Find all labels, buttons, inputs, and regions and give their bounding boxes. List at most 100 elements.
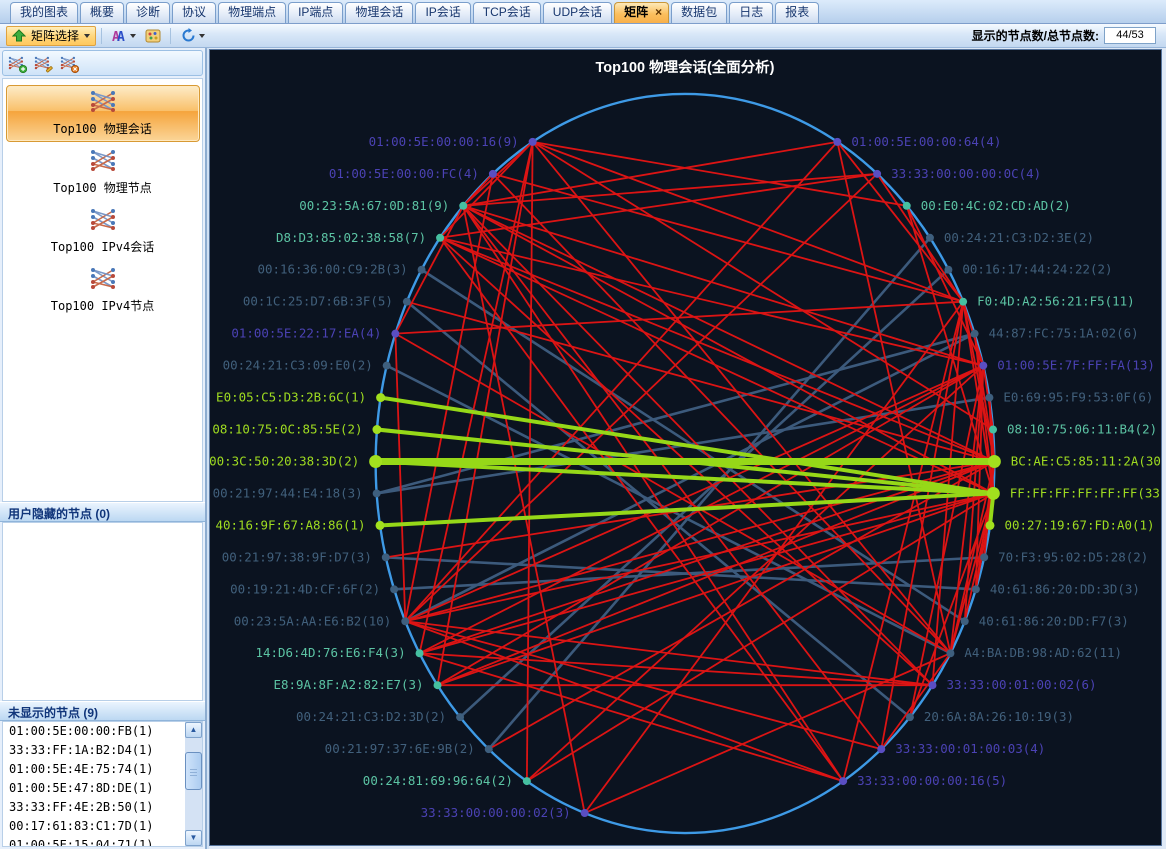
chart-node-label[interactable]: FF:FF:FF:FF:FF:FF(33) (1010, 485, 1161, 500)
chart-node-label[interactable]: 00:23:5A:AA:E6:B2(10) (234, 613, 392, 628)
chart-node-dot[interactable] (971, 330, 979, 338)
chart-node-dot[interactable] (839, 777, 847, 785)
chart-node-label[interactable]: 33:33:00:00:00:16(5) (857, 773, 1007, 788)
add-matrix-icon[interactable] (7, 52, 33, 74)
chart-node-label[interactable]: 00:21:97:44:E4:18(3) (213, 485, 363, 500)
chart-node-label[interactable]: 01:00:5E:22:17:EA(4) (231, 326, 381, 341)
tab-概要[interactable]: 概要 (80, 2, 124, 23)
chart-node-label[interactable]: 08:10:75:0C:85:5E(2) (212, 422, 362, 437)
not-shown-node-item[interactable]: 01:00:5E:47:8D:DE(1) (3, 779, 185, 798)
chart-node-dot[interactable] (581, 809, 589, 817)
chart-node-label[interactable]: E0:05:C5:D3:2B:6C(1) (216, 390, 366, 405)
chart-node-label[interactable]: 08:10:75:06:11:B4(2) (1007, 422, 1157, 437)
chart-node-label[interactable]: 40:61:86:20:DD:3D(3) (990, 581, 1140, 596)
font-button[interactable]: A A (107, 26, 141, 46)
chart-node-dot[interactable] (979, 362, 987, 370)
chart-edge[interactable] (910, 366, 983, 718)
chart-node-dot[interactable] (382, 553, 390, 561)
chart-node-dot[interactable] (873, 170, 881, 178)
chart-node-dot[interactable] (944, 266, 952, 274)
matrix-item-Top100 物理节点[interactable]: Top100 物理节点 (6, 144, 200, 201)
refresh-caret-icon[interactable] (199, 34, 205, 38)
chart-edge[interactable] (407, 302, 994, 462)
chart-node-dot[interactable] (373, 489, 381, 497)
chart-node-label[interactable]: 00:3C:50:20:38:3D(2) (210, 453, 359, 468)
chart-node-dot[interactable] (436, 234, 444, 242)
tab-数据包[interactable]: 数据包 (671, 2, 727, 23)
chart-node-dot[interactable] (376, 393, 385, 402)
chart-node-dot[interactable] (985, 521, 994, 530)
not-shown-node-item[interactable]: 00:17:61:83:C1:7D(1) (3, 817, 185, 836)
chart-node-label[interactable]: 20:6A:8A:26:10:19(3) (924, 709, 1074, 724)
chart-node-dot[interactable] (383, 362, 391, 370)
chart-node-dot[interactable] (903, 202, 911, 210)
chart-node-label[interactable]: 33:33:00:00:00:0C(4) (891, 166, 1041, 181)
chart-node-label[interactable]: BC:AE:C5:85:11:2A(30) (1011, 453, 1161, 468)
chart-node-dot[interactable] (403, 298, 411, 306)
chart-node-dot[interactable] (434, 681, 442, 689)
chart-node-dot[interactable] (833, 138, 841, 146)
tab-IP端点[interactable]: IP端点 (288, 2, 343, 23)
chart-node-dot[interactable] (906, 713, 914, 721)
chart-node-label[interactable]: E8:9A:8F:A2:82:E7(3) (273, 677, 423, 692)
not-shown-node-item[interactable]: 01:00:5E:00:00:FB(1) (3, 722, 185, 741)
matrix-chart-svg[interactable]: 01:00:5E:00:00:16(9) 01:00:5E:00:00:FC(4)… (210, 50, 1161, 845)
chart-node-label[interactable]: 01:00:5E:00:00:16(9) (369, 134, 519, 149)
chart-node-label[interactable]: 00:23:5A:67:0D:81(9) (299, 198, 449, 213)
chart-node-dot[interactable] (459, 202, 467, 210)
chart-node-dot[interactable] (391, 330, 399, 338)
chart-node-dot[interactable] (401, 617, 409, 625)
chart-node-label[interactable]: 00:1C:25:D7:6B:3F(5) (243, 294, 393, 309)
edit-matrix-icon[interactable] (33, 52, 59, 74)
not-shown-node-item[interactable]: 33:33:FF:4E:2B:50(1) (3, 798, 185, 817)
not-shown-scrollbar[interactable]: ▲ ▼ (185, 722, 202, 846)
chart-node-label[interactable]: 01:00:5E:7F:FF:FA(13) (997, 358, 1155, 373)
tab-日志[interactable]: 日志 (729, 2, 773, 23)
chart-node-dot[interactable] (928, 681, 936, 689)
chart-node-label[interactable]: 33:33:00:01:00:03(4) (895, 741, 1045, 756)
chart-node-dot[interactable] (980, 553, 988, 561)
chart-node-dot[interactable] (985, 394, 993, 402)
chart-node-label[interactable]: 40:61:86:20:DD:F7(3) (979, 613, 1129, 628)
hidden-nodes-list[interactable] (2, 522, 203, 701)
chart-node-label[interactable]: 01:00:5E:00:00:64(4) (851, 134, 1001, 149)
chart-node-dot[interactable] (959, 298, 967, 306)
chart-node-label[interactable]: 00:21:97:38:9F:D7(3) (222, 549, 372, 564)
tab-TCP会话[interactable]: TCP会话 (473, 2, 541, 23)
font-caret-icon[interactable] (130, 34, 136, 38)
not-shown-node-item[interactable]: 01:00:5E:15:04:71(1) (3, 836, 185, 846)
chart-node-label[interactable]: A4:BA:DB:98:AD:62(11) (964, 645, 1122, 660)
chart-node-label[interactable]: 00:27:19:67:FD:A0(1) (1004, 517, 1154, 532)
chart-node-dot[interactable] (372, 425, 381, 434)
chart-node-label[interactable]: 00:21:97:37:6E:9B(2) (325, 741, 475, 756)
chart-node-dot[interactable] (485, 745, 493, 753)
scroll-up-icon[interactable]: ▲ (185, 722, 202, 738)
chart-edge[interactable] (493, 174, 963, 302)
chart-node-dot[interactable] (961, 617, 969, 625)
tab-IP会话[interactable]: IP会话 (415, 2, 470, 23)
scrollbar-thumb[interactable] (185, 752, 202, 790)
matrix-item-Top100 IPv4节点[interactable]: Top100 IPv4节点 (6, 262, 200, 319)
tab-矩阵[interactable]: 矩阵× (614, 2, 669, 23)
chart-edge[interactable] (405, 621, 932, 685)
not-shown-node-item[interactable]: 33:33:FF:1A:B2:D4(1) (3, 741, 185, 760)
chart-node-label[interactable]: 00:E0:4C:02:CD:AD(2) (921, 198, 1071, 213)
chart-node-label[interactable]: 44:87:FC:75:1A:02(6) (989, 326, 1139, 341)
chart-node-dot[interactable] (369, 455, 382, 468)
chart-node-dot[interactable] (972, 585, 980, 593)
chart-node-label[interactable]: F0:4D:A2:56:21:F5(11) (977, 294, 1135, 309)
chart-node-label[interactable]: 33:33:00:01:00:02(6) (946, 677, 1096, 692)
matrix-select-button[interactable]: 矩阵选择 (6, 26, 96, 46)
chart-node-label[interactable]: 70:F3:95:02:D5:28(2) (998, 549, 1148, 564)
chart-node-label[interactable]: 33:33:00:00:00:02(3) (421, 805, 571, 820)
chart-node-dot[interactable] (987, 487, 1000, 500)
chart-node-dot[interactable] (390, 585, 398, 593)
chart-node-label[interactable]: 01:00:5E:00:00:FC(4) (329, 166, 479, 181)
chart-node-dot[interactable] (529, 138, 537, 146)
chart-node-dot[interactable] (989, 426, 997, 434)
chart-edge[interactable] (395, 334, 405, 622)
chart-node-label[interactable]: 00:24:21:C3:09:E0(2) (223, 358, 373, 373)
tab-close-icon[interactable]: × (655, 5, 662, 19)
chart-node-dot[interactable] (523, 777, 531, 785)
tab-报表[interactable]: 报表 (775, 2, 819, 23)
